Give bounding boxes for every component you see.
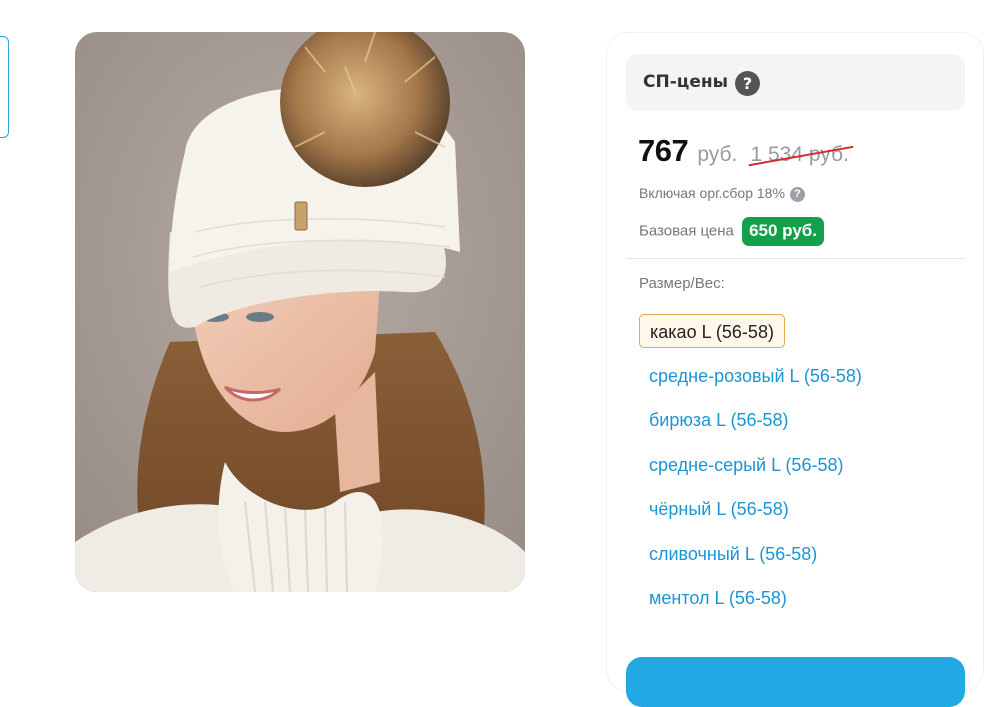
org-fee-note: Включая орг.сбор 18%? [639, 185, 805, 202]
base-price-badge: 650 руб. [742, 217, 825, 246]
size-option[interactable]: чёрный L (56-58) [639, 492, 799, 526]
old-price: 1 534 руб. [749, 143, 855, 166]
size-weight-label: Размер/Вес: [639, 275, 725, 292]
price-row: 767 руб. 1 534 руб. [638, 133, 855, 169]
org-fee-text: Включая орг.сбор 18% [639, 185, 785, 201]
current-price: 767 [638, 133, 689, 168]
purchase-panel: СП-цены ? 767 руб. 1 534 руб. Включая ор… [606, 32, 984, 707]
sp-prices-title: СП-цены [643, 72, 729, 92]
fee-info-icon[interactable]: ? [789, 187, 805, 202]
size-option[interactable]: бирюза L (56-58) [639, 403, 799, 437]
size-option[interactable]: средне-розовый L (56-58) [639, 359, 872, 393]
add-to-cart-button[interactable] [626, 657, 965, 707]
divider [626, 258, 965, 259]
base-price-row: Базовая цена 650 руб. [639, 217, 825, 246]
sp-prices-header[interactable]: СП-цены ? [626, 54, 965, 111]
size-option[interactable]: ментол L (56-58) [639, 581, 797, 615]
size-option[interactable]: сливочный L (56-58) [639, 537, 827, 571]
base-price-label: Базовая цена [639, 222, 734, 240]
product-photo-illustration [75, 32, 525, 592]
currency-label: руб. [697, 143, 738, 166]
help-icon[interactable]: ? [735, 71, 760, 96]
size-option-selected[interactable]: какао L (56-58) [639, 314, 785, 348]
previous-thumbnail-frame[interactable] [0, 36, 9, 138]
product-photo[interactable] [75, 32, 525, 592]
size-option[interactable]: средне-серый L (56-58) [639, 448, 853, 482]
